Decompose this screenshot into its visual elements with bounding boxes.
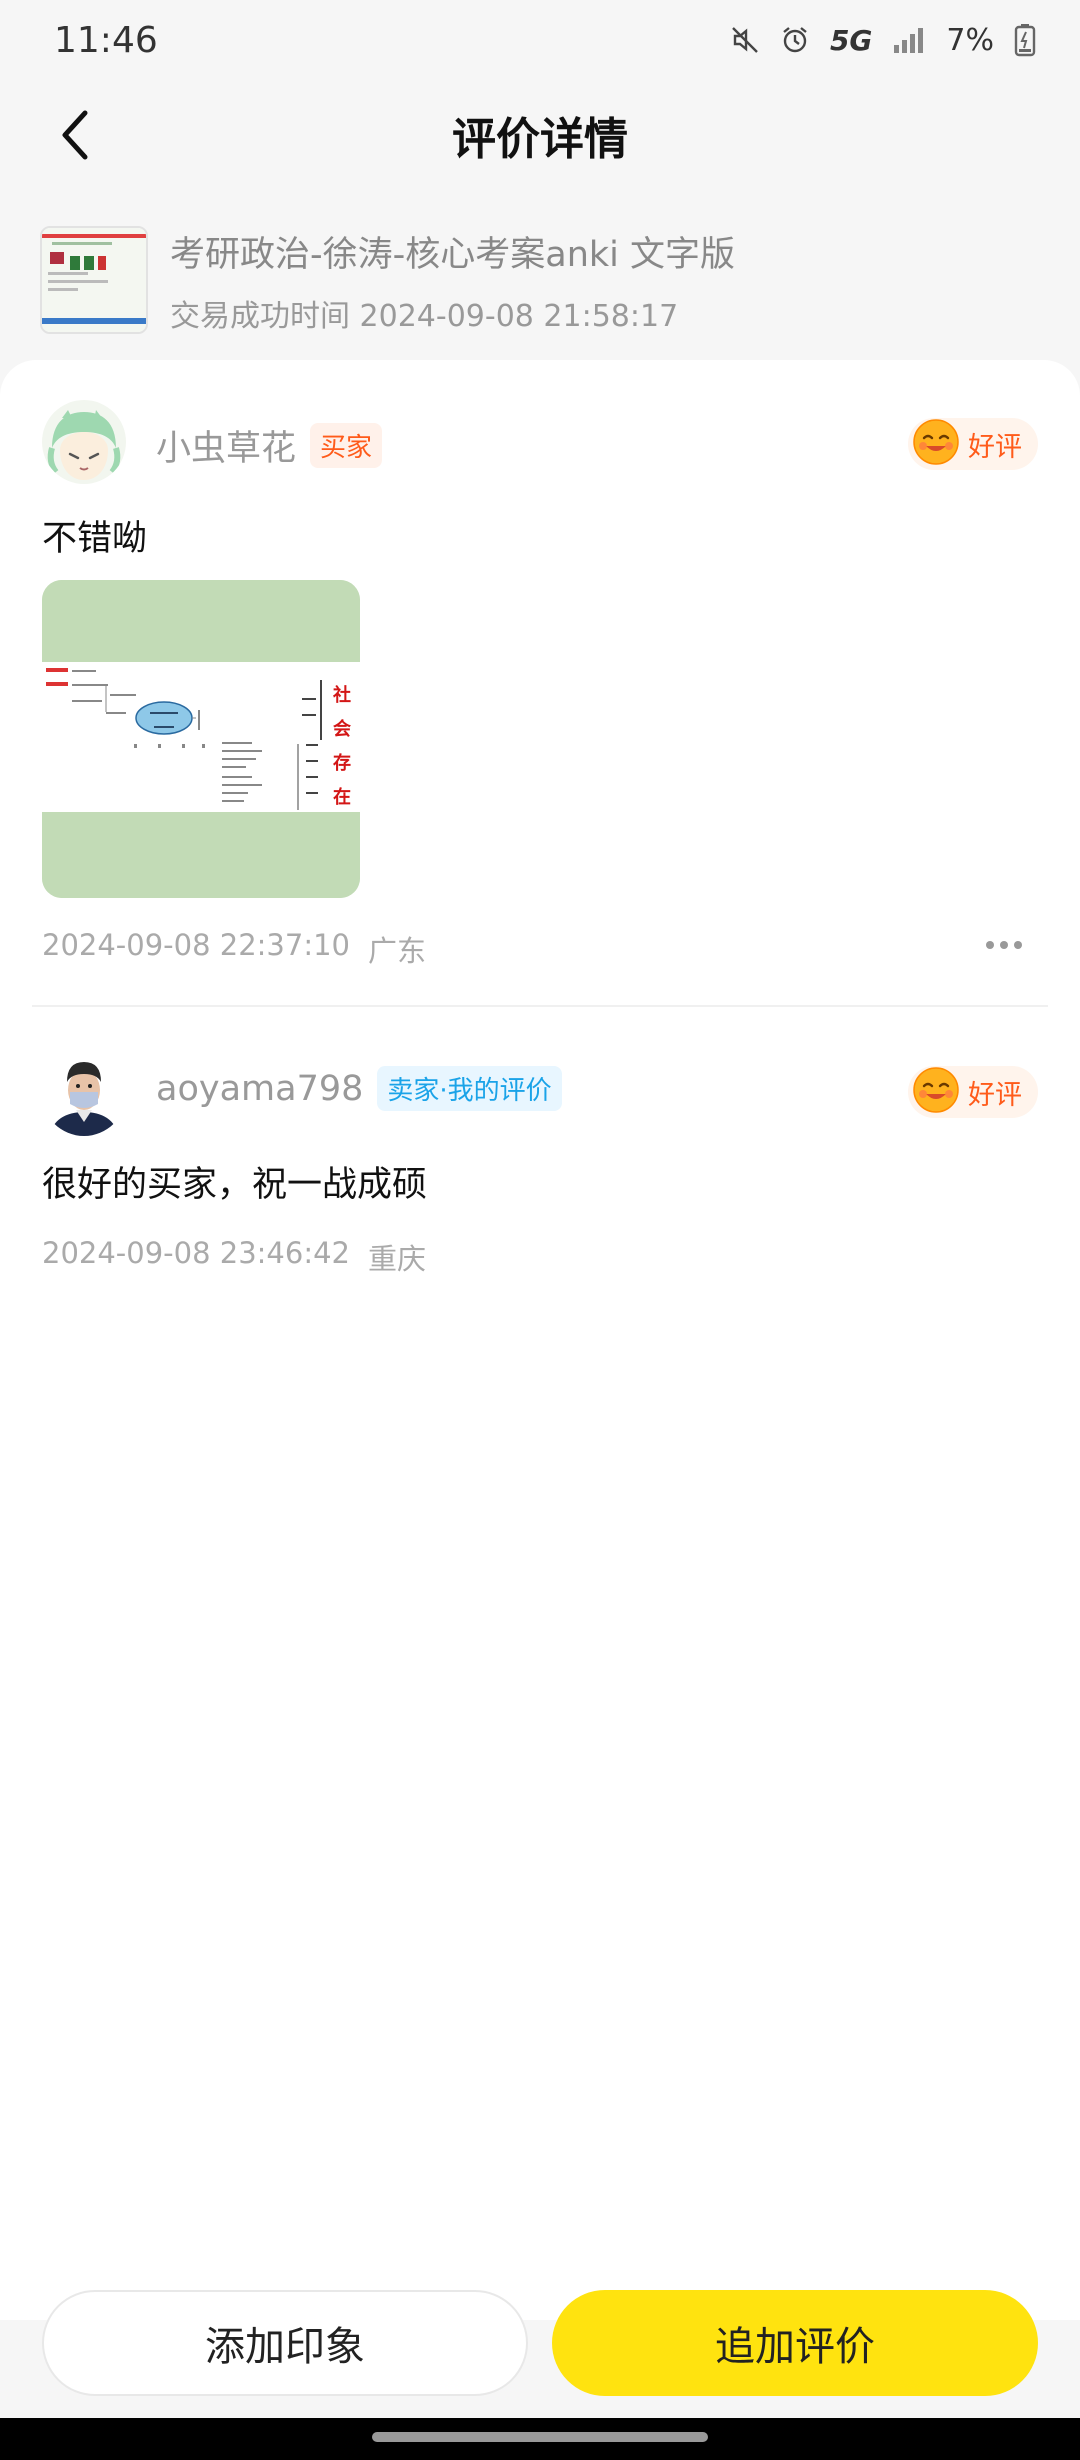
product-name: 考研政治-徐涛-核心考案anki 文字版 [170,234,736,275]
add-impression-button[interactable]: 添加印象 [42,2290,528,2396]
bottom-actions: 添加印象 追加评价 [0,2290,1080,2400]
review-content: 很好的买家，祝一战成硕 [42,1165,428,1205]
battery-icon [1014,23,1036,57]
chevron-left-icon [55,107,95,167]
reviews-card: 小虫草花 买家 好评 不错呦 社 会 存 在 2024-09-08 22:37:… [0,360,1080,2320]
more-button[interactable] [986,941,1022,949]
review-location: 重庆 [368,1242,427,1276]
page-title: 评价详情 [452,114,628,165]
back-button[interactable] [40,102,110,172]
review-time: 2024-09-08 23:46:42 [42,1236,350,1270]
status-bar: 11:46 5G 7% [0,0,1080,80]
divider [32,1005,1048,1007]
review-location: 广东 [368,934,427,968]
avatar[interactable] [42,1052,126,1136]
image-caption-char: 社 [333,685,351,706]
rating-badge: 好评 [908,418,1038,470]
review-meta: 2024-09-08 22:37:10 广东 [42,928,426,970]
image-caption-char: 会 [333,719,351,740]
avatar[interactable] [42,400,126,484]
status-icons: 5G 7% [730,23,1036,58]
home-indicator[interactable] [372,2432,708,2442]
mute-icon [730,25,760,55]
image-caption-char: 在 [333,787,351,808]
status-time: 11:46 [54,19,158,61]
image-caption: 社 会 存 在 [328,680,356,814]
user-row: aoyama798 卖家·我的评价 [156,1066,562,1111]
rating-label: 好评 [968,431,1022,463]
rating-badge: 好评 [908,1066,1038,1118]
review-time: 2024-09-08 22:37:10 [42,928,350,962]
more-dot-icon [1000,941,1008,949]
more-dot-icon [986,941,994,949]
role-badge: 卖家·我的评价 [377,1066,562,1111]
signal-icon [892,25,926,55]
trade-time-label: 交易成功时间 [170,298,350,334]
product-thumbnail[interactable] [40,226,148,334]
rating-label: 好评 [968,1079,1022,1111]
user-row: 小虫草花 买家 [156,420,383,471]
trade-time-value: 2024-09-08 21:58:17 [359,298,679,334]
smile-face-icon [912,418,960,470]
battery-percent: 7% [946,22,994,58]
review-image[interactable]: 社 会 存 在 [42,580,360,898]
trade-time: 交易成功时间 2024-09-08 21:58:17 [170,291,735,335]
product-info: 考研政治-徐涛-核心考案anki 文字版 交易成功时间 2024-09-08 2… [170,226,735,335]
username[interactable]: 小虫草花 [156,420,296,471]
review-meta: 2024-09-08 23:46:42 重庆 [42,1236,426,1278]
username[interactable]: aoyama798 [156,1069,363,1109]
alarm-icon [780,25,810,55]
system-nav-bar [0,2418,1080,2460]
image-caption-char: 存 [333,753,351,774]
smile-face-icon [912,1066,960,1118]
nav-bar: 评价详情 [0,80,1080,190]
more-dot-icon [1014,941,1022,949]
product-summary[interactable]: 考研政治-徐涛-核心考案anki 文字版 交易成功时间 2024-09-08 2… [0,210,1080,350]
append-review-button[interactable]: 追加评价 [552,2290,1038,2396]
review-content: 不错呦 [42,519,148,559]
role-badge: 买家 [310,423,383,468]
network-label: 5G [829,23,873,57]
